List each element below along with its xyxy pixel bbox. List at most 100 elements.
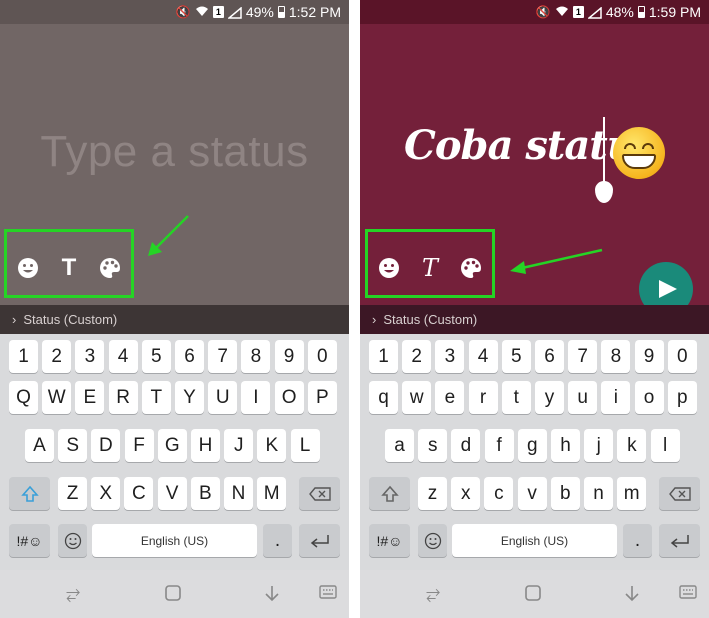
key-a[interactable]: A	[25, 429, 54, 462]
cursor-handle[interactable]	[595, 181, 613, 203]
key-3[interactable]: 3	[435, 340, 465, 373]
key-n[interactable]: n	[584, 477, 613, 510]
emoji-key[interactable]	[418, 524, 447, 557]
key-d[interactable]: D	[91, 429, 121, 462]
period-key[interactable]: .	[263, 524, 292, 557]
key-m[interactable]: M	[257, 477, 287, 510]
home-nav-icon[interactable]	[524, 584, 542, 605]
keyboard-switch-icon[interactable]	[679, 584, 697, 602]
key-t[interactable]: t	[501, 381, 531, 414]
key-a[interactable]: a	[385, 429, 414, 462]
key-o[interactable]: o	[634, 381, 664, 414]
key-o[interactable]: O	[274, 381, 304, 414]
key-6[interactable]: 6	[535, 340, 564, 373]
emoji-icon[interactable]	[375, 254, 403, 282]
key-j[interactable]: J	[224, 429, 254, 462]
key-u[interactable]: u	[568, 381, 598, 414]
key-l[interactable]: l	[650, 429, 680, 462]
key-5[interactable]: 5	[141, 340, 171, 373]
key-1[interactable]: 1	[9, 340, 38, 373]
key-b[interactable]: b	[550, 477, 580, 510]
key-8[interactable]: 8	[601, 340, 631, 373]
key-k[interactable]: k	[617, 429, 647, 462]
key-f[interactable]: f	[484, 429, 514, 462]
key-n[interactable]: N	[224, 477, 253, 510]
key-7[interactable]: 7	[208, 340, 238, 373]
key-s[interactable]: S	[58, 429, 88, 462]
symbols-key[interactable]: !#☺	[9, 524, 50, 557]
key-2[interactable]: 2	[42, 340, 72, 373]
key-w[interactable]: w	[402, 381, 432, 414]
key-q[interactable]: Q	[9, 381, 38, 414]
key-1[interactable]: 1	[369, 340, 398, 373]
key-9[interactable]: 9	[274, 340, 304, 373]
key-x[interactable]: x	[451, 477, 481, 510]
recents-nav-icon[interactable]: ⥂	[426, 584, 440, 602]
key-j[interactable]: j	[584, 429, 614, 462]
emoji-icon[interactable]	[14, 254, 42, 282]
status-placeholder[interactable]: Type a status	[0, 127, 349, 177]
key-b[interactable]: B	[190, 477, 220, 510]
palette-icon[interactable]	[96, 254, 124, 282]
key-0[interactable]: 0	[307, 340, 337, 373]
hide-keyboard-icon[interactable]	[623, 584, 641, 605]
key-g[interactable]: g	[517, 429, 547, 462]
home-nav-icon[interactable]	[164, 584, 182, 605]
key-k[interactable]: K	[257, 429, 287, 462]
key-2[interactable]: 2	[402, 340, 432, 373]
space-bar[interactable]: English (US)	[452, 524, 617, 557]
keyboard-switch-icon[interactable]	[319, 584, 337, 602]
status-custom-row[interactable]: › Status (Custom)	[360, 305, 709, 334]
key-v[interactable]: V	[157, 477, 187, 510]
key-z[interactable]: z	[418, 477, 447, 510]
space-bar[interactable]: English (US)	[92, 524, 257, 557]
key-f[interactable]: F	[124, 429, 154, 462]
text-style-icon[interactable]: T	[55, 254, 83, 282]
key-p[interactable]: p	[667, 381, 697, 414]
key-y[interactable]: Y	[175, 381, 204, 414]
key-w[interactable]: W	[42, 381, 72, 414]
key-6[interactable]: 6	[175, 340, 204, 373]
backspace-key[interactable]	[659, 477, 700, 510]
key-e[interactable]: e	[435, 381, 465, 414]
key-r[interactable]: R	[108, 381, 138, 414]
key-4[interactable]: 4	[108, 340, 138, 373]
enter-key[interactable]	[299, 524, 340, 557]
key-7[interactable]: 7	[568, 340, 598, 373]
key-i[interactable]: i	[601, 381, 631, 414]
backspace-key[interactable]	[299, 477, 340, 510]
key-9[interactable]: 9	[634, 340, 664, 373]
key-u[interactable]: U	[208, 381, 238, 414]
key-z[interactable]: Z	[58, 477, 87, 510]
key-v[interactable]: v	[517, 477, 547, 510]
key-p[interactable]: P	[307, 381, 337, 414]
emoji-key[interactable]	[58, 524, 87, 557]
key-i[interactable]: I	[241, 381, 271, 414]
key-8[interactable]: 8	[241, 340, 271, 373]
period-key[interactable]: .	[623, 524, 652, 557]
key-s[interactable]: s	[418, 429, 448, 462]
text-style-icon[interactable]: T	[416, 254, 444, 282]
status-custom-row[interactable]: › Status (Custom)	[0, 305, 349, 334]
key-4[interactable]: 4	[468, 340, 498, 373]
key-r[interactable]: r	[468, 381, 498, 414]
key-0[interactable]: 0	[667, 340, 697, 373]
key-y[interactable]: y	[535, 381, 564, 414]
palette-icon[interactable]	[457, 254, 485, 282]
key-c[interactable]: c	[484, 477, 514, 510]
key-x[interactable]: X	[91, 477, 121, 510]
key-t[interactable]: T	[141, 381, 171, 414]
key-c[interactable]: C	[124, 477, 154, 510]
key-m[interactable]: m	[617, 477, 647, 510]
shift-key[interactable]	[369, 477, 410, 510]
shift-key[interactable]	[9, 477, 50, 510]
enter-key[interactable]	[659, 524, 700, 557]
key-l[interactable]: L	[290, 429, 320, 462]
key-5[interactable]: 5	[501, 340, 531, 373]
key-g[interactable]: G	[157, 429, 187, 462]
key-q[interactable]: q	[369, 381, 398, 414]
key-h[interactable]: H	[191, 429, 220, 462]
key-3[interactable]: 3	[75, 340, 105, 373]
key-h[interactable]: h	[551, 429, 580, 462]
key-d[interactable]: d	[451, 429, 481, 462]
